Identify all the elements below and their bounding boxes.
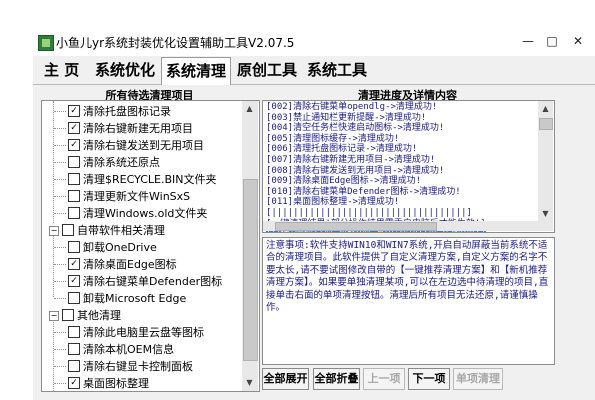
close-button[interactable]: ✕ [567, 32, 589, 50]
tree-item[interactable]: 清除右键显卡控制面板 [68, 358, 193, 375]
checkbox-checked[interactable]: ✓ [68, 377, 80, 389]
tree-item-label: 清除右键新建无用项目 [83, 122, 193, 135]
tree-item[interactable]: 清理$RECYCLE.BIN文件夹 [68, 171, 216, 188]
tree-item-label: 清除右键显卡控制面板 [83, 360, 193, 373]
window-title: 小鱼儿yr系统封装优化设置辅助工具V2.07.5 [56, 36, 295, 50]
notes-panel: 注意事项:软件支持WIN10和WIN7系统,开启自动屏蔽当前系统不适合的清理项目… [262, 237, 555, 365]
log-line: [002]清除右键菜单opendlg->清理成功! [266, 102, 438, 112]
tab-home[interactable]: 主 页 [40, 57, 83, 83]
single-clean-button[interactable]: 单项清理 [453, 368, 503, 390]
tree-item[interactable]: 清除本机OEM信息 [68, 341, 174, 358]
log-line: [010]清除右键菜单Defender图标->清理成功! [266, 186, 461, 197]
log-line: [003]禁止通知栏更新提醒->清理成功! [266, 112, 427, 123]
tree-item-label: 清除此电脑里云盘等图标 [83, 326, 204, 339]
log-line: [004]清空任务栏快速启动图标->清理成功! [266, 123, 445, 134]
checkbox-checked[interactable]: ✓ [68, 275, 80, 287]
app-icon [38, 35, 54, 51]
tree-item-label: 自带软件相关清理 [77, 224, 165, 237]
tree-item[interactable]: ✓ 清除右键发送到无用项目 [68, 137, 204, 154]
scroll-up-icon[interactable]: ▲ [242, 101, 257, 116]
log-line: [||||||||||||||||||||||||||||||||||||] [266, 208, 472, 218]
tree-item-label: 清理更新文件WinSxS [83, 190, 191, 203]
tree-item-label: 其他清理 [77, 309, 121, 322]
expand-toggle-icon[interactable]: − [49, 226, 59, 236]
checkbox-unchecked[interactable] [68, 156, 80, 168]
tree-item[interactable]: ✓ 清除托盘图标记录 [68, 103, 171, 120]
progress-log[interactable]: [002]清除右键菜单opendlg->清理成功! [003]禁止通知栏更新提醒-… [262, 100, 555, 233]
tab-original-tools[interactable]: 原创工具 [233, 57, 301, 83]
log-line: [009]清除桌面Edge图标->清理成功! [266, 176, 422, 187]
checkbox-unchecked[interactable] [68, 173, 80, 185]
clean-items-tree[interactable]: ✓ 清除托盘图标记录 ✓ 清除右键新建无用项目 ✓ 清除右键发送到无用项目 清除系统还原点清… [41, 100, 260, 392]
checkbox-unchecked[interactable] [62, 309, 74, 321]
tree-item-label: 清除托盘图标记录 [83, 105, 171, 118]
checkbox-unchecked[interactable] [68, 292, 80, 304]
log-hscrollbar[interactable] [263, 221, 553, 231]
tree-item-label: 清除系统还原点 [83, 156, 160, 169]
log-scroll-up-icon[interactable]: ▲ [538, 101, 553, 116]
title-bar: 小鱼儿yr系统封装优化设置辅助工具V2.07.5 — □ ✕ [33, 30, 595, 54]
tree-item[interactable]: ✓ 清除右键新建无用项目 [68, 120, 193, 137]
next-item-button[interactable]: 下一项 [408, 368, 450, 390]
tree-group[interactable]: 自带软件相关清理 [62, 222, 165, 239]
log-scroll-thumb[interactable] [539, 118, 553, 130]
checkbox-unchecked[interactable] [68, 241, 80, 253]
tree-item-label: 卸载Microsoft Edge [83, 292, 187, 305]
checkbox-unchecked[interactable] [68, 360, 80, 372]
log-hscroll-thumb[interactable] [275, 222, 437, 231]
prev-item-button[interactable]: 上一项 [363, 368, 405, 390]
checkbox-unchecked[interactable] [68, 207, 80, 219]
tree-scroll-thumb[interactable] [243, 179, 258, 361]
minimize-button[interactable]: — [517, 32, 539, 50]
tree-item[interactable]: 清理Windows.old文件夹 [68, 205, 207, 222]
maximize-button[interactable]: □ [541, 32, 563, 50]
tree-group[interactable]: 其他清理 [62, 307, 121, 324]
tree-item-label: 清理Windows.old文件夹 [83, 207, 208, 220]
log-line: [005]清理图标缓存->清理成功! [266, 133, 400, 144]
tree-item[interactable]: ✓ 清除右键菜单Defender图标 [68, 273, 222, 290]
tab-bar: 主 页 系统优化 系统清理 原创工具 系统工具 [33, 56, 595, 85]
tab-system-clean[interactable]: 系统清理 [161, 57, 232, 85]
tree-item-label: 清除本机OEM信息 [83, 343, 175, 356]
scroll-down-icon[interactable]: ▼ [242, 375, 257, 390]
tree-item-label: 清理$RECYCLE.BIN文件夹 [83, 173, 217, 186]
expand-toggle-icon[interactable]: − [49, 311, 59, 321]
tab-system-optimize[interactable]: 系统优化 [91, 57, 159, 83]
checkbox-unchecked[interactable] [68, 343, 80, 355]
tab-system-tools[interactable]: 系统工具 [303, 57, 371, 83]
tree-item[interactable]: ✓ 桌面图标整理 [68, 375, 149, 391]
log-line: [011]桌面图标整理->清理成功! [266, 197, 400, 208]
notes-text: 注意事项:软件支持WIN10和WIN7系统,开启自动屏蔽当前系统不适合的清理项目… [266, 240, 549, 314]
tree-item[interactable]: 清除系统还原点 [68, 154, 160, 171]
tree-item[interactable]: 清除此电脑里云盘等图标 [68, 324, 204, 341]
checkbox-unchecked[interactable] [68, 190, 80, 202]
log-line: [006]清理托盘图标记录->清理成功! [266, 144, 418, 155]
tree-item[interactable]: 卸载Microsoft Edge [68, 290, 186, 307]
tree-item[interactable]: ✓ 清除桌面Edge图标 [68, 256, 177, 273]
expand-all-button[interactable]: 全部展开 [262, 368, 309, 390]
log-line: [007]清除右键新建无用项目->清理成功! [266, 155, 436, 165]
checkbox-unchecked[interactable] [62, 224, 74, 236]
tree-item[interactable]: 清理更新文件WinSxS [68, 188, 190, 205]
tree-item-label: 清除右键菜单Defender图标 [83, 275, 223, 288]
checkbox-checked[interactable]: ✓ [68, 122, 80, 134]
tree-scrollbar[interactable]: ▲ ▼ [242, 101, 258, 391]
checkbox-checked[interactable]: ✓ [68, 139, 80, 151]
tree-item-label: 桌面图标整理 [83, 377, 149, 390]
checkbox-checked[interactable]: ✓ [68, 258, 80, 270]
log-vscrollbar[interactable]: ▲ ▼ [538, 101, 553, 221]
log-scroll-down-icon[interactable]: ▼ [538, 206, 553, 221]
tree-item[interactable]: 卸载OneDrive [68, 239, 157, 256]
collapse-all-button[interactable]: 全部折叠 [313, 368, 360, 390]
log-line: [008]清除右键发送到无用项目->清理成功! [266, 165, 445, 176]
tree-item-label: 清除右键发送到无用项目 [83, 139, 204, 152]
tree-item-label: 卸载OneDrive [83, 241, 157, 254]
checkbox-unchecked[interactable] [68, 326, 80, 338]
tree-item-label: 清除桌面Edge图标 [83, 258, 177, 271]
checkbox-checked[interactable]: ✓ [68, 105, 80, 117]
